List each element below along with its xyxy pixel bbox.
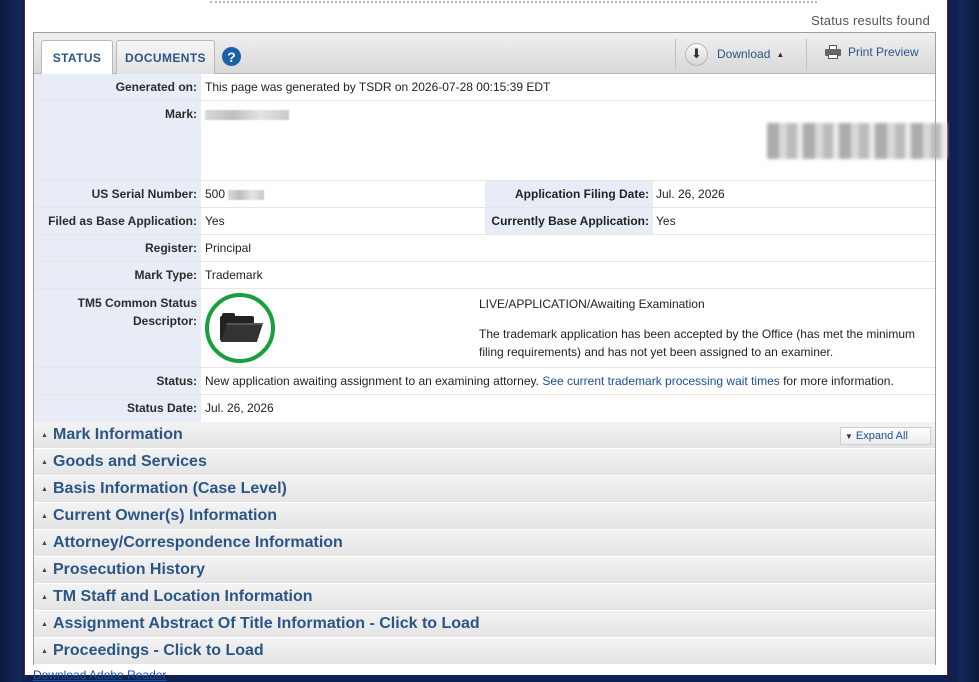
tab-documents[interactable]: DOCUMENTS (116, 40, 215, 74)
status-date-label: Status Date: (34, 395, 201, 422)
currently-base-label: Currently Base Application: (485, 208, 653, 234)
collapse-arrow-icon: ▲ (41, 512, 48, 520)
section-title: Goods and Services (53, 453, 207, 470)
section-assignment-abstract[interactable]: ▲ Assignment Abstract Of Title Informati… (34, 611, 935, 638)
section-title: Mark Information (53, 426, 183, 443)
generated-value: This page was generated by TSDR on 2026-… (205, 80, 551, 94)
status-date-row: Status Date: Jul. 26, 2026 (34, 395, 935, 422)
filing-date-label: Application Filing Date: (485, 181, 653, 207)
section-prosecution-history[interactable]: ▲ Prosecution History (34, 557, 935, 584)
section-mark-information[interactable]: ▲ Mark Information ▼ Expand All (34, 422, 935, 449)
help-icon[interactable]: ? (222, 47, 241, 66)
section-title: Assignment Abstract Of Title Information… (53, 615, 480, 632)
tm5-description: The trademark application has been accep… (479, 327, 916, 359)
currently-base-value: Yes (656, 214, 676, 228)
print-preview-label: Print Preview (848, 45, 919, 59)
register-row: Register: Principal (34, 235, 935, 262)
wait-times-link[interactable]: See current trademark processing wait ti… (542, 374, 779, 388)
caret-up-icon: ▲ (776, 49, 785, 59)
print-preview-button[interactable]: Print Preview (825, 45, 919, 59)
section-title: Basis Information (Case Level) (53, 480, 287, 497)
collapse-arrow-icon: ▲ (41, 647, 48, 655)
section-title: Proceedings - Click to Load (53, 642, 264, 659)
section-title: Current Owner(s) Information (53, 507, 278, 524)
tm5-descriptor: LIVE/APPLICATION/Awaiting Examination Th… (479, 295, 934, 365)
tm5-status: LIVE/APPLICATION/Awaiting Examination (479, 297, 705, 311)
status-value: New application awaiting assignment to a… (205, 374, 894, 388)
collapse-arrow-icon: ▲ (41, 593, 48, 601)
filed-base-value: Yes (205, 214, 225, 228)
section-basis-information[interactable]: ▲ Basis Information (Case Level) (34, 476, 935, 503)
download-button[interactable]: ⬇ Download ▲ (685, 41, 784, 67)
mark-type-value: Trademark (205, 268, 263, 282)
tab-bar: STATUS DOCUMENTS ? ⬇ Download ▲ Print Pr… (34, 33, 935, 75)
dotted-divider (210, 0, 817, 3)
mark-row: Mark: (34, 101, 947, 181)
open-folder-icon (205, 293, 275, 363)
mark-image (767, 123, 947, 159)
filing-date-value: Jul. 26, 2026 (656, 187, 725, 201)
mark-type-row: Mark Type: Trademark (34, 262, 935, 289)
section-goods-and-services[interactable]: ▲ Goods and Services (34, 449, 935, 476)
toolbar-separator (675, 39, 676, 69)
section-attorney-correspondence[interactable]: ▲ Attorney/Correspondence Information (34, 530, 935, 557)
collapsible-sections: ▲ Mark Information ▼ Expand All ▲ Goods … (34, 422, 935, 665)
generated-row: Generated on: This page was generated by… (34, 74, 935, 101)
status-panel: STATUS DOCUMENTS ? ⬇ Download ▲ Print Pr… (33, 32, 947, 665)
mark-label: Mark: (34, 101, 201, 180)
collapse-arrow-icon: ▲ (41, 539, 48, 547)
serial-label: US Serial Number: (34, 181, 201, 207)
status-label: Status: (34, 368, 201, 394)
section-title: Attorney/Correspondence Information (53, 534, 343, 551)
generated-label: Generated on: (34, 74, 201, 100)
download-arrow-icon: ⬇ (685, 42, 708, 66)
register-label: Register: (34, 235, 201, 261)
collapse-arrow-icon: ▲ (41, 566, 48, 574)
printer-icon (825, 45, 841, 59)
serial-value: 500 (205, 187, 265, 201)
section-current-owners[interactable]: ▲ Current Owner(s) Information (34, 503, 935, 530)
chevron-down-icon: ▼ (845, 431, 853, 441)
toolbar-separator (806, 39, 807, 69)
collapse-arrow-icon: ▲ (41, 458, 48, 466)
section-title: TM Staff and Location Information (53, 588, 313, 605)
section-title: Prosecution History (53, 561, 206, 578)
page-container: Status results found STATUS DOCUMENTS ? … (24, 0, 948, 682)
status-row: Status: New application awaiting assignm… (34, 368, 935, 395)
mark-type-label: Mark Type: (34, 262, 201, 288)
collapse-arrow-icon: ▲ (41, 620, 48, 628)
expand-all-button[interactable]: ▼ Expand All (840, 427, 931, 445)
status-results-text: Status results found (811, 13, 930, 28)
mark-value-redacted (205, 107, 289, 121)
base-application-row: Filed as Base Application: Yes Currently… (34, 208, 935, 235)
status-date-value: Jul. 26, 2026 (205, 401, 274, 415)
filed-base-label: Filed as Base Application: (34, 208, 201, 234)
tab-status[interactable]: STATUS (41, 40, 113, 75)
section-proceedings[interactable]: ▲ Proceedings - Click to Load (34, 638, 935, 665)
collapse-arrow-icon: ▲ (41, 431, 48, 439)
tm5-label: TM5 Common Status Descriptor: (34, 289, 201, 367)
register-value: Principal (205, 241, 252, 255)
section-tm-staff-location[interactable]: ▲ TM Staff and Location Information (34, 584, 935, 611)
adobe-reader-link[interactable]: Download Adobe Reader (33, 668, 166, 682)
download-label: Download (717, 47, 771, 61)
status-fields: Generated on: This page was generated by… (34, 74, 947, 422)
collapse-arrow-icon: ▲ (41, 485, 48, 493)
serial-row: US Serial Number: 500 Application Filing… (34, 181, 935, 208)
tm5-row: TM5 Common Status Descriptor: LIVE/APPLIC… (34, 289, 935, 368)
